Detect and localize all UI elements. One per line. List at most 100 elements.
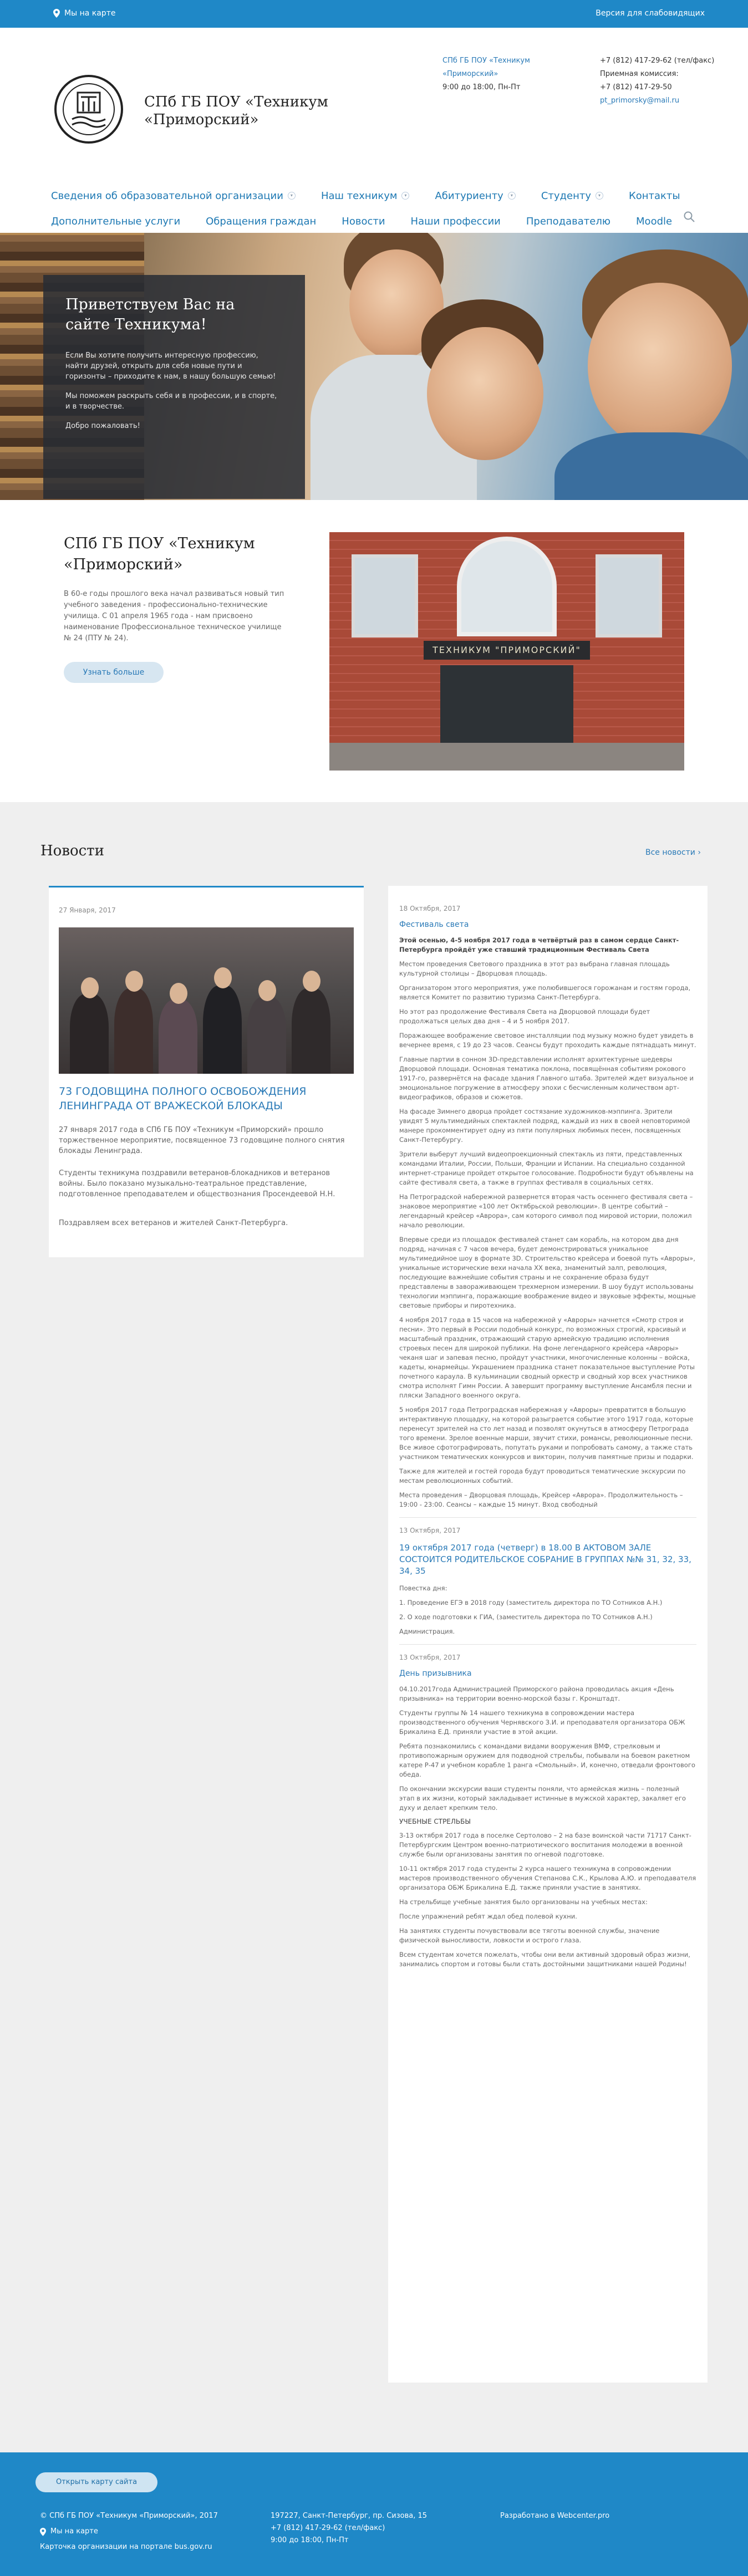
footer-portal-link[interactable]: Карточка организации на портале bus.gov.… [40,2541,240,2553]
news-heading: Новости [40,843,104,859]
all-news-link[interactable]: Все новости › [645,848,701,857]
photo-face [170,983,187,1004]
about-section: СПб ГБ ПОУ «Техникум «Приморский» В 60-е… [0,500,748,802]
map-pin-icon [53,9,60,18]
news-text: Студенты техникума поздравили ветеранов-… [59,1169,335,1198]
photo-face [125,971,143,992]
learn-more-button[interactable]: Узнать больше [64,662,164,683]
news-text: Также для жителей и гостей города будут … [399,1467,686,1485]
site-name-link[interactable]: СПб ГБ ПОУ «Техникум «Приморский» [442,57,530,78]
arched-window [457,537,557,636]
footer-col-1: © СПб ГБ ПОУ «Техникум «Приморский», 201… [40,2510,240,2553]
news-text: 10-11 октября 2017 года студенты 2 курса… [399,1865,696,1891]
nav-item-moodle[interactable]: Moodle [636,216,672,227]
chevron-down-icon: ▾ [507,192,516,200]
nav-label: Студенту [541,190,591,202]
news-text: 4 ноября 2017 года в 15 часов на набереж… [399,1316,695,1399]
news-text: Организатором этого мероприятия, уже пол… [399,984,691,1001]
admission-phone: +7 (812) 417-29-50 [600,83,672,91]
building-window [352,554,418,637]
news-text: По окончании экскурсии ваши студенты пон… [399,1785,686,1812]
news-headline[interactable]: День призывника [399,1669,696,1678]
news-text: Главные партии в сонном 3D-представлении… [399,1055,694,1101]
header-hours: 9:00 до 18:00, Пн-Пт [442,83,521,91]
about-text: В 60-е годы прошлого века начал развиват… [64,590,284,642]
photo-person [70,994,109,1074]
footer-phone: +7 (812) 417-29-62 (тел/факс) [271,2524,385,2532]
nav-item-info[interactable]: Сведения об образовательной организации ▾ [51,190,296,202]
all-news-label: Все новости [645,848,695,857]
news-text: После упражнений ребят ждал обед полевой… [399,1912,577,1920]
news-photo [59,927,354,1074]
news-text: Студенты группы № 14 нашего техникума в … [399,1709,685,1736]
sitemap-button[interactable]: Открыть карту сайта [35,2472,157,2492]
building-photo: ТЕХНИКУМ "ПРИМОРСКИЙ" [329,532,684,771]
nav-item-contacts[interactable]: Контакты [629,190,680,202]
news-lead: Этой осенью, 4-5 ноября 2017 года в четв… [399,936,679,953]
footer-hours: 9:00 до 18:00, Пн-Пт [271,2536,349,2544]
welcome-box: Приветствуем Вас на сайте Техникума! Есл… [43,275,305,499]
news-date: 18 Октября, 2017 [399,905,461,912]
news-text: Местом проведения Светового праздника в … [399,960,670,977]
news-text: Места проведения – Дворцовая площадь, Кр… [399,1491,683,1508]
news-text: 3-13 октября 2017 года в поселке Сертоло… [399,1832,691,1858]
site-brand: СПб ГБ ПОУ «Техникум «Приморский» [144,94,328,128]
map-link[interactable]: Мы на карте [53,9,115,18]
nav-item-technikum[interactable]: Наш техникум ▾ [321,190,410,202]
technikum-logo[interactable] [53,70,124,148]
map-link-label: Мы на карте [64,9,116,18]
news-date: 13 Октября, 2017 [399,1527,461,1534]
chevron-down-icon: ▾ [401,192,410,200]
news-headline[interactable]: 19 октября 2017 года (четверг) в 18.00 В… [399,1542,696,1577]
news-text: Зрители выберут лучший видеопроекционный… [399,1150,694,1186]
nav-item-professions[interactable]: Наши профессии [411,216,501,227]
header-contacts-right: +7 (812) 417-29-62 (тел/факс) Приемная к… [600,54,733,108]
news-text: Впервые среди из площадок фестивалей ста… [399,1236,696,1309]
building-steps [329,743,684,771]
news-headline[interactable]: 73 ГОДОВЩИНА ПОЛНОГО ОСВОБОЖДЕНИЯ ЛЕНИНГ… [59,1084,354,1113]
nav-item-teachers[interactable]: Преподавателю [526,216,610,227]
photo-face [81,977,99,998]
news-text: 2. О ходе подготовки к ГИА, (заместитель… [399,1613,653,1621]
news-text: 04.10.2017года Администрацией Приморског… [399,1685,674,1702]
welcome-title: Приветствуем Вас на сайте Техникума! [65,296,235,333]
chevron-down-icon: ▾ [595,192,603,200]
news-text: На стрельбище учебные занятия было орган… [399,1898,648,1906]
about-title: СПб ГБ ПОУ «Техникум «Приморский» [64,535,255,573]
photo-person [292,988,330,1074]
header-contacts-left: СПб ГБ ПОУ «Техникум «Приморский» 9:00 д… [442,54,553,94]
news-card[interactable]: 27 Января, 2017 73 ГОДОВЩИНА ПОЛНОГО ОСВ… [49,886,364,1257]
photo-face [258,980,276,1001]
chevron-right-icon: › [698,848,701,857]
nav-item-services[interactable]: Дополнительные услуги [51,216,180,227]
photo-person [203,986,242,1074]
nav-item-appeals[interactable]: Обращения граждан [206,216,316,227]
nav-label: Абитуриенту [435,190,503,202]
admission-label: Приемная комиссия: [600,70,679,78]
welcome-text: Если Вы хотите получить интересную профе… [65,351,276,381]
building-sign: ТЕХНИКУМ "ПРИМОРСКИЙ" [424,641,590,660]
news-text: 1. Проведение ЕГЭ в 2018 году (заместите… [399,1599,663,1606]
nav-item-students[interactable]: Студенту ▾ [541,190,603,202]
nav-item-applicants[interactable]: Абитуриенту ▾ [435,190,516,202]
footer-address: 197227, Санкт-Петербург, пр. Сизова, 15 [271,2512,428,2520]
news-text: Всем студентам хочется пожелать, чтобы о… [399,1951,690,1968]
footer-map-link[interactable]: Мы на карте [40,2526,240,2538]
map-pin-icon [40,2527,46,2536]
email-link[interactable]: pt_primorsky@mail.ru [600,96,679,105]
nav-item-news[interactable]: Новости [342,216,385,227]
photo-face [303,971,320,992]
footer-col-2: 197227, Санкт-Петербург, пр. Сизова, 15 … [271,2510,448,2547]
news-subheading: УЧЕБНЫЕ СТРЕЛЬБЫ [399,1818,471,1825]
building-entrance [440,665,573,743]
footer-map-label: Мы на карте [50,2527,98,2536]
photo-face [214,967,232,988]
news-text: На занятиях студенты почувствовали все т… [399,1927,660,1944]
news-headline[interactable]: Фестиваль света [399,920,696,929]
accessibility-link[interactable]: Версия для слабовидящих [596,9,705,18]
footer-developer-link[interactable]: Разработано в Webcenter.pro [500,2510,666,2522]
photo-person [114,988,153,1074]
news-date: 27 Января, 2017 [59,906,116,914]
search-icon[interactable] [683,211,695,223]
photo-person [159,999,197,1074]
